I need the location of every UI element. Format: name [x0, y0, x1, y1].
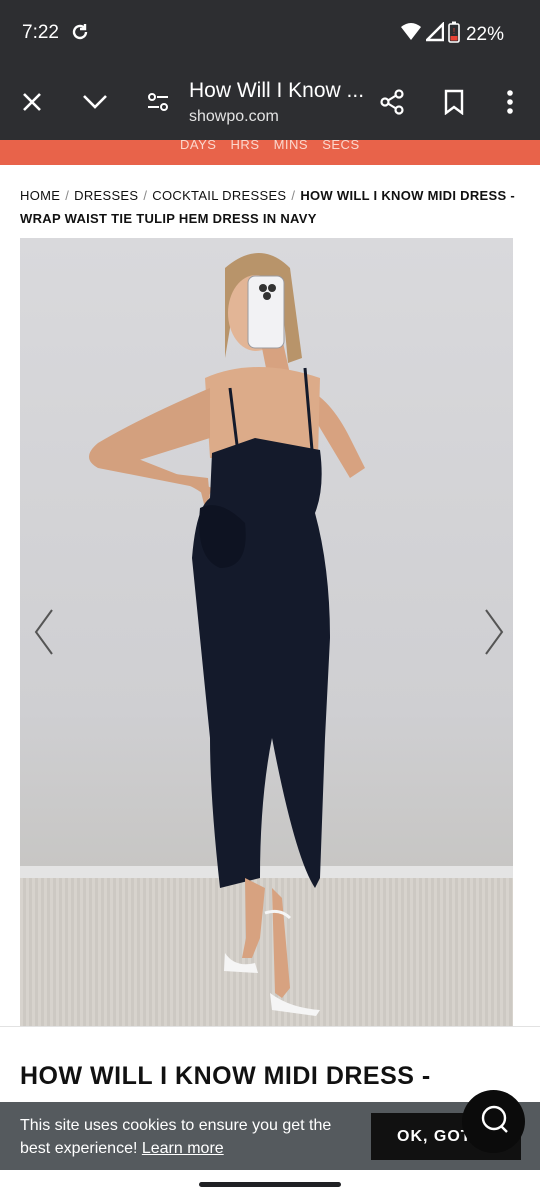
svg-text:!: !	[453, 27, 455, 36]
breadcrumb: HOME / DRESSES / COCKTAIL DRESSES / HOW WILL I…	[20, 184, 520, 230]
browser-toolbar: How Will I Know ... showpo.com	[0, 64, 540, 140]
promo-countdown-strip: DAYS HRS MINS SECS	[0, 140, 540, 165]
battery-percent: 22%	[465, 23, 504, 45]
chevron-down-icon[interactable]	[81, 88, 109, 116]
model-figure	[89, 253, 365, 1016]
battery-icon: !	[448, 21, 460, 48]
share-icon[interactable]	[378, 88, 406, 116]
product-image[interactable]	[20, 238, 513, 1026]
breadcrumb-separator: /	[65, 188, 70, 203]
learn-more-link[interactable]: Learn more	[142, 1140, 224, 1157]
home-indicator[interactable]	[199, 1182, 341, 1187]
countdown-labels: DAYS HRS MINS SECS	[180, 140, 360, 152]
chat-button[interactable]	[462, 1090, 525, 1153]
product-heading: HOW WILL I KNOW MIDI DRESS -	[20, 1062, 431, 1090]
close-icon[interactable]	[18, 88, 46, 116]
breadcrumb-dresses[interactable]: DRESSES	[74, 188, 138, 203]
page-info-icon[interactable]	[144, 88, 172, 116]
bookmark-icon[interactable]	[440, 88, 468, 116]
wifi-icon	[400, 22, 422, 47]
chevron-right-icon[interactable]	[482, 608, 506, 661]
signal-icon	[423, 20, 445, 47]
breadcrumb-home[interactable]: HOME	[20, 188, 60, 203]
gesture-nav-area	[0, 1170, 540, 1200]
status-time: 7:22	[22, 22, 59, 43]
status-bar: 7:22 ! 22%	[0, 0, 540, 64]
status-indicators: ! 22%	[400, 20, 504, 48]
more-vert-icon[interactable]	[496, 88, 524, 116]
cookie-message: This site uses cookies to ensure you get…	[20, 1114, 350, 1160]
page-domain[interactable]: showpo.com	[189, 108, 279, 126]
page-title[interactable]: How Will I Know ...	[189, 79, 364, 103]
breadcrumb-separator: /	[291, 188, 296, 203]
section-divider	[0, 1026, 540, 1027]
cookie-banner: This site uses cookies to ensure you get…	[0, 1102, 540, 1170]
chevron-left-icon[interactable]	[32, 608, 56, 661]
breadcrumb-separator: /	[143, 188, 148, 203]
breadcrumb-cocktail-dresses[interactable]: COCKTAIL DRESSES	[152, 188, 286, 203]
chat-icon	[479, 1104, 509, 1139]
sync-icon	[70, 22, 90, 47]
